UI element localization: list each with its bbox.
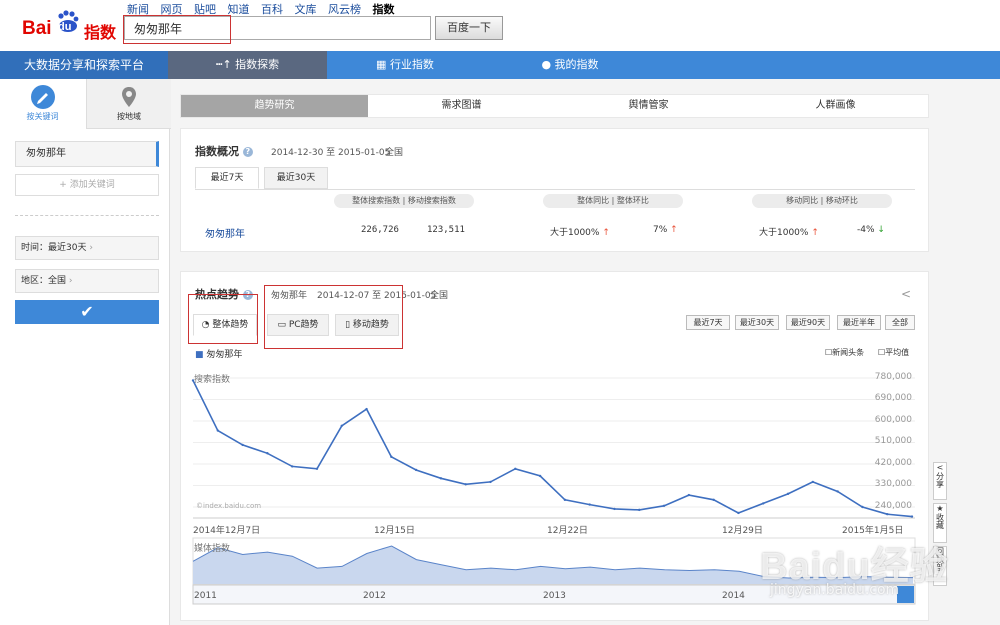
- data-point: [836, 490, 839, 493]
- data-point: [439, 477, 443, 480]
- data-point: [588, 503, 591, 506]
- data-point: [489, 480, 492, 484]
- data-point: [638, 508, 641, 512]
- data-point: [514, 467, 517, 470]
- data-point: [737, 511, 740, 515]
- data-point: [613, 507, 616, 511]
- x-tick-label: 2014年12月7日: [193, 526, 261, 536]
- share-icon: <: [936, 463, 944, 472]
- data-point: [762, 502, 765, 505]
- data-point: [811, 480, 815, 484]
- watermark-url: jingyan.baidu.com: [770, 582, 900, 598]
- share-side-button[interactable]: < 分享: [933, 462, 947, 500]
- data-point: [687, 493, 691, 497]
- x-tick-label: 12月29日: [722, 526, 763, 536]
- data-point: [563, 498, 567, 502]
- data-point: [266, 452, 269, 455]
- data-point: [786, 492, 790, 496]
- star-icon: ★: [936, 504, 944, 513]
- y-tick-label: 780,000: [874, 372, 912, 382]
- data-point: [340, 424, 343, 427]
- overview-x-tick: 2011: [194, 591, 217, 601]
- y-tick-label: 690,000: [874, 393, 912, 403]
- source-label: ©index.baidu.com: [196, 502, 262, 510]
- data-point: [414, 468, 418, 472]
- data-point: [390, 455, 393, 459]
- data-point: [886, 512, 889, 516]
- y-tick-label: 330,000: [874, 479, 912, 489]
- data-point: [290, 465, 294, 468]
- data-point: [365, 407, 368, 411]
- overview-x-tick: 2013: [543, 591, 566, 601]
- mini-chart-label: 媒体指数: [194, 544, 231, 554]
- y-tick-label: 510,000: [874, 436, 912, 446]
- favorite-side-label: 收藏: [935, 513, 945, 529]
- y-tick-label: 420,000: [874, 458, 912, 468]
- data-point: [241, 443, 244, 447]
- data-point: [712, 498, 715, 502]
- data-point: [315, 467, 319, 470]
- data-point: [464, 483, 467, 486]
- data-point: [662, 504, 666, 508]
- x-tick-label: 12月22日: [547, 526, 588, 536]
- data-point: [216, 429, 219, 432]
- share-side-label: 分享: [935, 472, 945, 488]
- y-tick-label: 600,000: [874, 415, 912, 425]
- data-point: [538, 474, 542, 478]
- series-line-main: [192, 380, 913, 518]
- overview-x-tick: 2012: [363, 591, 386, 601]
- overview-x-tick: 2014: [722, 591, 745, 601]
- y-tick-label: 240,000: [874, 501, 912, 511]
- data-point: [910, 515, 914, 518]
- y-axis-label: 搜索指数: [194, 375, 231, 385]
- x-tick-label: 12月15日: [374, 526, 415, 536]
